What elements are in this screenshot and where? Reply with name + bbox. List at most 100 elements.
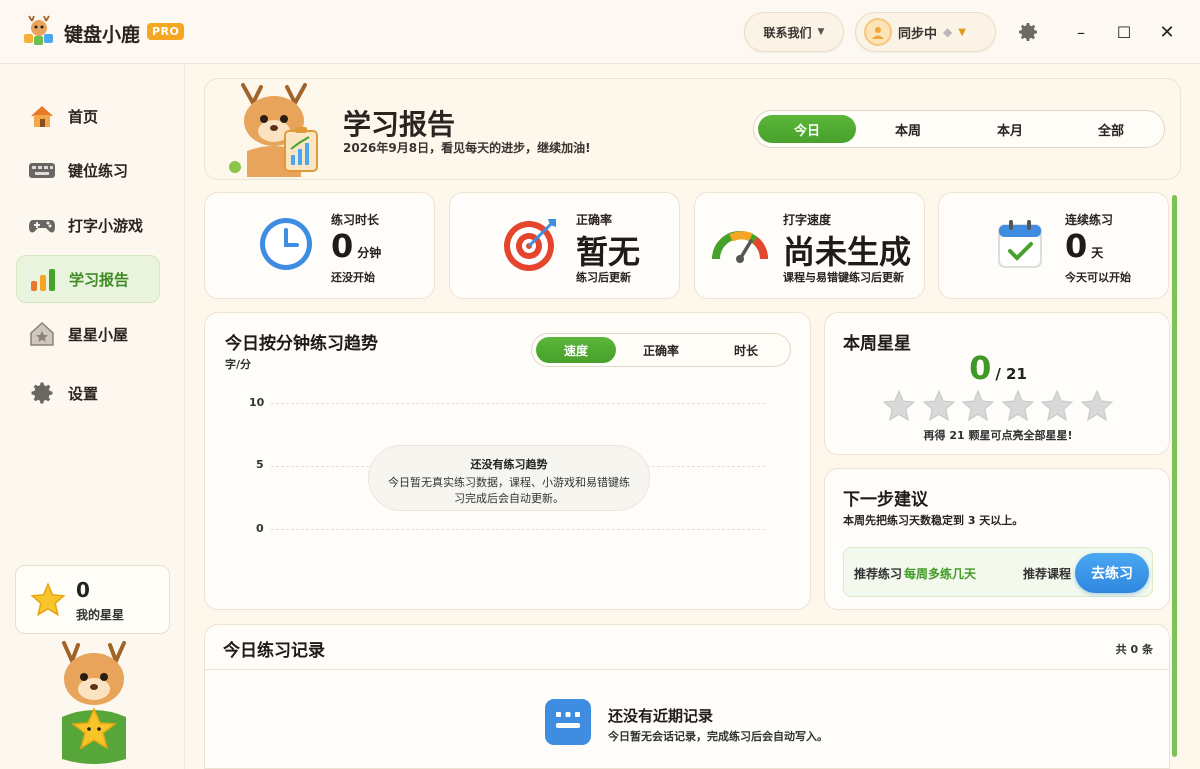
weekly-stars-total: / 21 — [995, 365, 1027, 383]
trend-y-unit: 字/分 — [225, 358, 252, 371]
sidebar-item-typing-games[interactable]: 打字小游戏 — [16, 201, 160, 249]
go-practice-button[interactable]: 去练习 — [1075, 553, 1149, 593]
star-slot-icon — [1001, 389, 1035, 422]
star-icon — [30, 582, 66, 617]
keyboard-icon — [28, 156, 56, 184]
records-count: 共 0 条 — [1115, 643, 1153, 656]
star-slot-icon — [882, 389, 916, 422]
stat-value: 暂无 — [576, 233, 641, 271]
sidebar-item-key-practice[interactable]: 键位练习 — [16, 146, 160, 194]
scrollbar[interactable] — [1172, 195, 1177, 757]
recommend-label: 推荐练习 — [854, 567, 903, 581]
sidebar-item-label: 打字小游戏 — [68, 216, 144, 235]
tab-all[interactable]: 全部 — [1062, 115, 1160, 143]
trend-empty-title: 还没有练习趋势 — [470, 458, 548, 471]
diamond-icon: ◆ — [943, 25, 953, 39]
page-title: 学习报告 — [343, 108, 456, 141]
metric-tabs: 速度 正确率 时长 — [531, 333, 791, 367]
sidebar-item-settings[interactable]: 设置 — [16, 369, 160, 417]
user-icon — [872, 27, 884, 39]
stat-card-practice-time: 练习时长 0 分钟 还没开始 — [204, 192, 435, 299]
my-stars-label: 我的星星 — [76, 608, 125, 622]
stat-label: 连续练习 — [1065, 213, 1114, 227]
tab-this-week[interactable]: 本周 — [859, 115, 957, 143]
sidebar-item-label: 星星小屋 — [68, 325, 129, 344]
app-name: 键盘小鹿 — [64, 24, 141, 46]
sidebar-item-home[interactable]: 首页 — [16, 92, 160, 140]
close-button[interactable]: ✕ — [1155, 20, 1179, 44]
caret-down-icon: ▼ — [817, 27, 825, 37]
weekly-stars-earned: 0 — [969, 349, 992, 387]
star-slot-icon — [1080, 389, 1114, 422]
contact-us-label: 联系我们 — [763, 25, 812, 40]
stat-label: 正确率 — [576, 213, 613, 227]
stat-card-accuracy: 正确率 暂无 练习后更新 — [449, 192, 680, 299]
sync-label: 同步中 — [898, 26, 938, 42]
stat-card-streak: 连续练习 0天 今天可以开始 — [938, 192, 1169, 299]
divider — [205, 669, 1169, 670]
gear-icon — [28, 379, 56, 407]
weekly-stars-score: 0/ 21 — [825, 349, 1171, 387]
tab-speed[interactable]: 速度 — [536, 337, 616, 363]
trend-empty-state: 还没有练习趋势 今日暂无真实练习数据，课程、小游戏和易错键练习完成后会自动更新。 — [368, 445, 650, 511]
y-tick-label: 5 — [256, 458, 264, 471]
target-icon — [504, 219, 556, 271]
minimize-button[interactable]: – — [1069, 20, 1093, 44]
tab-duration[interactable]: 时长 — [706, 337, 786, 363]
tab-this-month[interactable]: 本月 — [961, 115, 1059, 143]
stat-card-typing-speed: 打字速度 尚未生成 课程与易错键练习后更新 — [694, 192, 925, 299]
records-title: 今日练习记录 — [223, 641, 325, 661]
next-step-card: 下一步建议 本周先把练习天数稳定到 3 天以上。 推荐练习 每周多练几天 推荐课… — [824, 468, 1170, 610]
stat-value: 0 分钟 — [331, 227, 382, 265]
keyboard-chat-icon — [545, 699, 591, 745]
star-house-icon — [28, 320, 56, 348]
stat-note: 今天可以开始 — [1065, 271, 1131, 284]
trend-title: 今日按分钟练习趋势 — [225, 334, 378, 354]
sidebar-item-label: 首页 — [68, 107, 99, 126]
stat-label: 练习时长 — [331, 213, 380, 227]
tab-accuracy[interactable]: 正确率 — [621, 337, 701, 363]
deer-mascot-illustration — [62, 641, 126, 764]
title-bar: 键盘小鹿 PRO 联系我们 ▼ 同步中 ◆ ▼ – ☐ ✕ — [0, 0, 1200, 64]
deer-logo-icon — [24, 15, 53, 45]
page-subtitle: 2026年9月8日，看见每天的进步，继续加油! — [343, 141, 591, 155]
settings-gear-icon[interactable] — [1016, 20, 1040, 44]
house-icon — [28, 102, 56, 130]
contact-us-button[interactable]: 联系我们 ▼ — [744, 12, 844, 52]
trend-empty-desc: 今日暂无真实练习数据，课程、小游戏和易错键练习完成后会自动更新。 — [388, 476, 630, 505]
sidebar-item-label: 学习报告 — [69, 270, 130, 289]
weekly-stars-card: 本周星星 0/ 21 再得 21 颗星可点亮全部星星! — [824, 312, 1170, 455]
bar-chart-icon — [29, 265, 57, 293]
trend-chart-card: 今日按分钟练习趋势 字/分 速度 正确率 时长 10 5 0 还没有练习趋势 今… — [204, 312, 811, 610]
caret-down-icon: ▼ — [958, 26, 966, 38]
sidebar: 首页 键位练习 打字小游戏 学习报告 星星小屋 设置 0 我的星星 — [0, 65, 185, 769]
sidebar-item-label: 设置 — [68, 384, 99, 403]
stat-value: 尚未生成 — [783, 233, 912, 271]
my-stars-count: 0 — [76, 578, 90, 602]
star-slot-icon — [1041, 389, 1074, 422]
calendar-icon — [998, 220, 1042, 268]
recommend-value: 每周多练几天 — [904, 567, 977, 581]
my-stars-card[interactable]: 0 我的星星 — [15, 565, 170, 634]
avatar — [864, 18, 892, 46]
records-empty-desc: 今日暂无会话记录，完成练习后会自动写入。 — [608, 730, 828, 743]
gamepad-icon — [28, 211, 56, 239]
stat-value: 0天 — [1065, 227, 1104, 265]
range-tabs: 今日 本周 本月 全部 — [753, 110, 1165, 148]
tab-today[interactable]: 今日 — [758, 115, 856, 143]
records-empty-title: 还没有近期记录 — [608, 707, 714, 725]
weekly-stars-row — [882, 389, 1114, 423]
stat-note: 课程与易错键练习后更新 — [783, 271, 904, 284]
sidebar-item-star-house[interactable]: 星星小屋 — [16, 310, 160, 358]
next-step-desc: 本周先把练习天数稳定到 3 天以上。 — [843, 514, 1024, 527]
stat-label: 打字速度 — [783, 213, 832, 227]
stat-note: 练习后更新 — [576, 271, 631, 284]
maximize-button[interactable]: ☐ — [1112, 20, 1136, 44]
sidebar-item-learning-report[interactable]: 学习报告 — [16, 255, 160, 303]
today-records-card: 今日练习记录 共 0 条 还没有近期记录 今日暂无会话记录，完成练习后会自动写入… — [204, 624, 1170, 769]
clock-icon — [260, 218, 312, 270]
star-slot-icon — [922, 389, 955, 422]
y-tick-label: 10 — [249, 396, 265, 409]
sync-status-button[interactable]: 同步中 ◆ ▼ — [855, 12, 996, 52]
pro-badge: PRO — [147, 23, 185, 40]
